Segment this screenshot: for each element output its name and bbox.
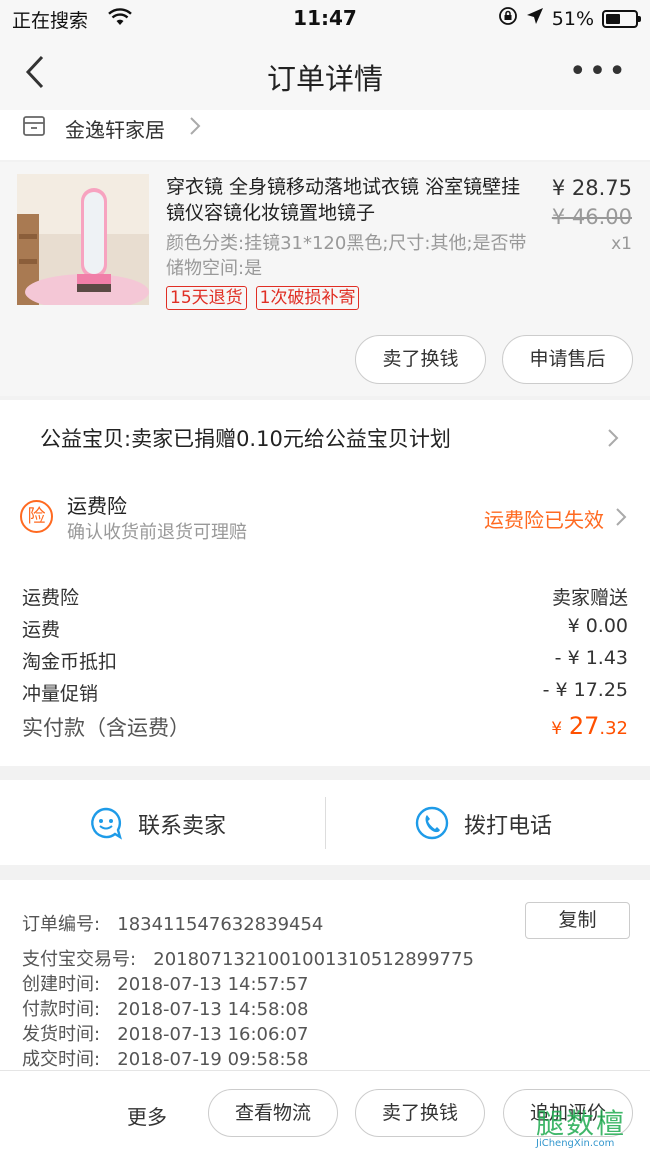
- fee-row-insurance: 运费险 卖家赠送: [22, 583, 628, 610]
- call-phone-label: 拨打电话: [464, 814, 553, 839]
- fee-row-promotion: 冲量促销 - ¥ 17.25: [22, 679, 628, 706]
- orientation-lock-icon: [498, 6, 518, 31]
- fee-row-coin-discount: 淘金币抵扣 - ¥ 1.43: [22, 647, 628, 674]
- fee-label: 淘金币抵扣: [22, 651, 118, 673]
- chevron-right-icon: [188, 116, 202, 140]
- order-info: 订单编号: 183411547632839454 复制 支付宝交易号: 2018…: [0, 880, 650, 1070]
- product-original-price: ¥ 46.00: [551, 205, 632, 229]
- product-quantity: x1: [611, 234, 632, 254]
- fee-row-shipping: 运费 ¥ 0.00: [22, 615, 628, 642]
- chat-icon: [89, 806, 123, 844]
- fee-label: 运费: [22, 619, 61, 641]
- sell-button-bottom[interactable]: 卖了换钱: [355, 1089, 485, 1137]
- fee-value: - ¥ 1.43: [554, 647, 628, 669]
- more-button[interactable]: 更多: [127, 1101, 167, 1130]
- fee-summary: 运费险 卖家赠送 运费 ¥ 0.00 淘金币抵扣 - ¥ 1.43 冲量促销 -…: [0, 556, 650, 766]
- store-row[interactable]: 金逸轩家居: [0, 110, 650, 160]
- store-icon: [22, 114, 46, 142]
- completed-time-row: 成交时间: 2018-07-19 09:58:58: [22, 1049, 309, 1070]
- insurance-subtitle: 确认收货前退货可理赔: [67, 522, 247, 543]
- chevron-right-icon: [614, 507, 628, 531]
- battery-percent: 51%: [551, 7, 594, 30]
- product-sku: 颜色分类:挂镜31*120黑色;尺寸:其他;是否带储物空间:是: [166, 233, 527, 279]
- paid-time-row: 付款时间: 2018-07-13 14:58:08: [22, 999, 309, 1020]
- page-title: 订单详情: [266, 62, 383, 96]
- product-card[interactable]: 穿衣镜 全身镜移动落地试衣镜 浴室镜壁挂镜仪容镜化妆镜置地镜子 颜色分类:挂镜3…: [0, 162, 650, 396]
- fee-value: - ¥ 17.25: [542, 679, 628, 701]
- return-policy-badge: 15天退货: [166, 286, 247, 310]
- view-logistics-button[interactable]: 查看物流: [208, 1089, 338, 1137]
- store-name[interactable]: 金逸轩家居: [65, 114, 165, 143]
- sell-button[interactable]: 卖了换钱: [355, 335, 486, 384]
- fee-value: ¥ 0.00: [567, 615, 628, 637]
- alipay-trade-row: 支付宝交易号: 2018071321001001310512899775: [22, 949, 474, 970]
- shipping-insurance-row[interactable]: 险 运费险 确认收货前退货可理赔 运费险已失效: [0, 476, 650, 556]
- copy-button[interactable]: 复制: [525, 902, 630, 939]
- insurance-title: 运费险: [67, 494, 127, 518]
- after-sale-button[interactable]: 申请售后: [502, 335, 633, 384]
- contact-seller-label: 联系卖家: [138, 814, 227, 839]
- fee-label: 运费险: [22, 587, 80, 609]
- phone-icon: [415, 806, 449, 844]
- fee-value: 卖家赠送: [551, 587, 628, 609]
- fee-label: 冲量促销: [22, 683, 99, 705]
- order-number-row: 订单编号: 183411547632839454: [22, 914, 324, 935]
- total-label: 实付款（含运费）: [22, 716, 190, 740]
- contact-bar: 联系卖家 拨打电话: [0, 780, 650, 865]
- product-thumbnail[interactable]: [17, 174, 149, 305]
- charity-row[interactable]: 公益宝贝:卖家已捐赠0.10元给公益宝贝计划: [0, 400, 650, 476]
- chevron-right-icon: [606, 428, 620, 452]
- watermark-logo: 腿数檀 JiChengXin.com: [536, 1107, 627, 1149]
- product-title[interactable]: 穿衣镜 全身镜移动落地试衣镜 浴室镜壁挂镜仪容镜化妆镜置地镜子: [166, 174, 526, 226]
- product-price: ¥ 28.75: [551, 176, 632, 200]
- order-number: 183411547632839454: [117, 914, 324, 935]
- contact-seller-button[interactable]: 联系卖家: [0, 780, 325, 865]
- more-options-icon[interactable]: •••: [569, 57, 628, 87]
- charity-text: 公益宝贝:卖家已捐赠0.10元给公益宝贝计划: [40, 427, 451, 451]
- status-bar: 正在搜索 11:47 51%: [0, 0, 650, 36]
- insurance-status[interactable]: 运费险已失效: [484, 504, 604, 533]
- battery-icon: [602, 9, 641, 28]
- location-icon: [526, 7, 544, 30]
- nav-bar: 订单详情 •••: [0, 36, 650, 110]
- total-paid-row: 实付款（含运费） ¥ 27.32: [22, 712, 628, 742]
- total-amount: ¥ 27.32: [551, 712, 628, 740]
- damage-replacement-badge: 1次破损补寄: [255, 286, 360, 310]
- created-time-row: 创建时间: 2018-07-13 14:57:57: [22, 974, 309, 995]
- call-phone-button[interactable]: 拨打电话: [325, 780, 650, 865]
- shipped-time-row: 发货时间: 2018-07-13 16:06:07: [22, 1024, 309, 1045]
- insurance-icon: 险: [20, 500, 53, 533]
